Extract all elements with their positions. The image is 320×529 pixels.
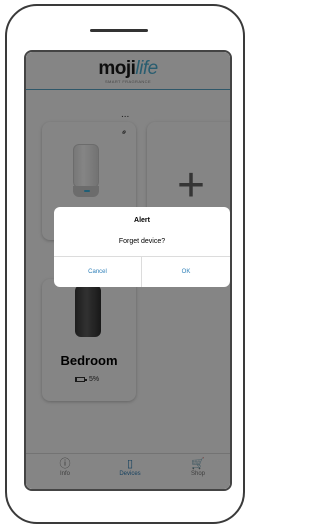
dialog-actions: Cancel OK bbox=[54, 256, 230, 287]
alert-dialog: Alert Forget device? Cancel OK bbox=[54, 207, 230, 287]
phone-speaker bbox=[90, 29, 148, 32]
dialog-message: Forget device? bbox=[118, 238, 166, 245]
phone-frame: mojilife SMART FRAGRANCE ... ⚭ + E Bedro… bbox=[5, 4, 245, 524]
cancel-button[interactable]: Cancel bbox=[54, 257, 142, 287]
dialog-title: Alert bbox=[134, 217, 150, 224]
ok-button[interactable]: OK bbox=[142, 257, 230, 287]
app-screen: mojilife SMART FRAGRANCE ... ⚭ + E Bedro… bbox=[24, 50, 232, 491]
